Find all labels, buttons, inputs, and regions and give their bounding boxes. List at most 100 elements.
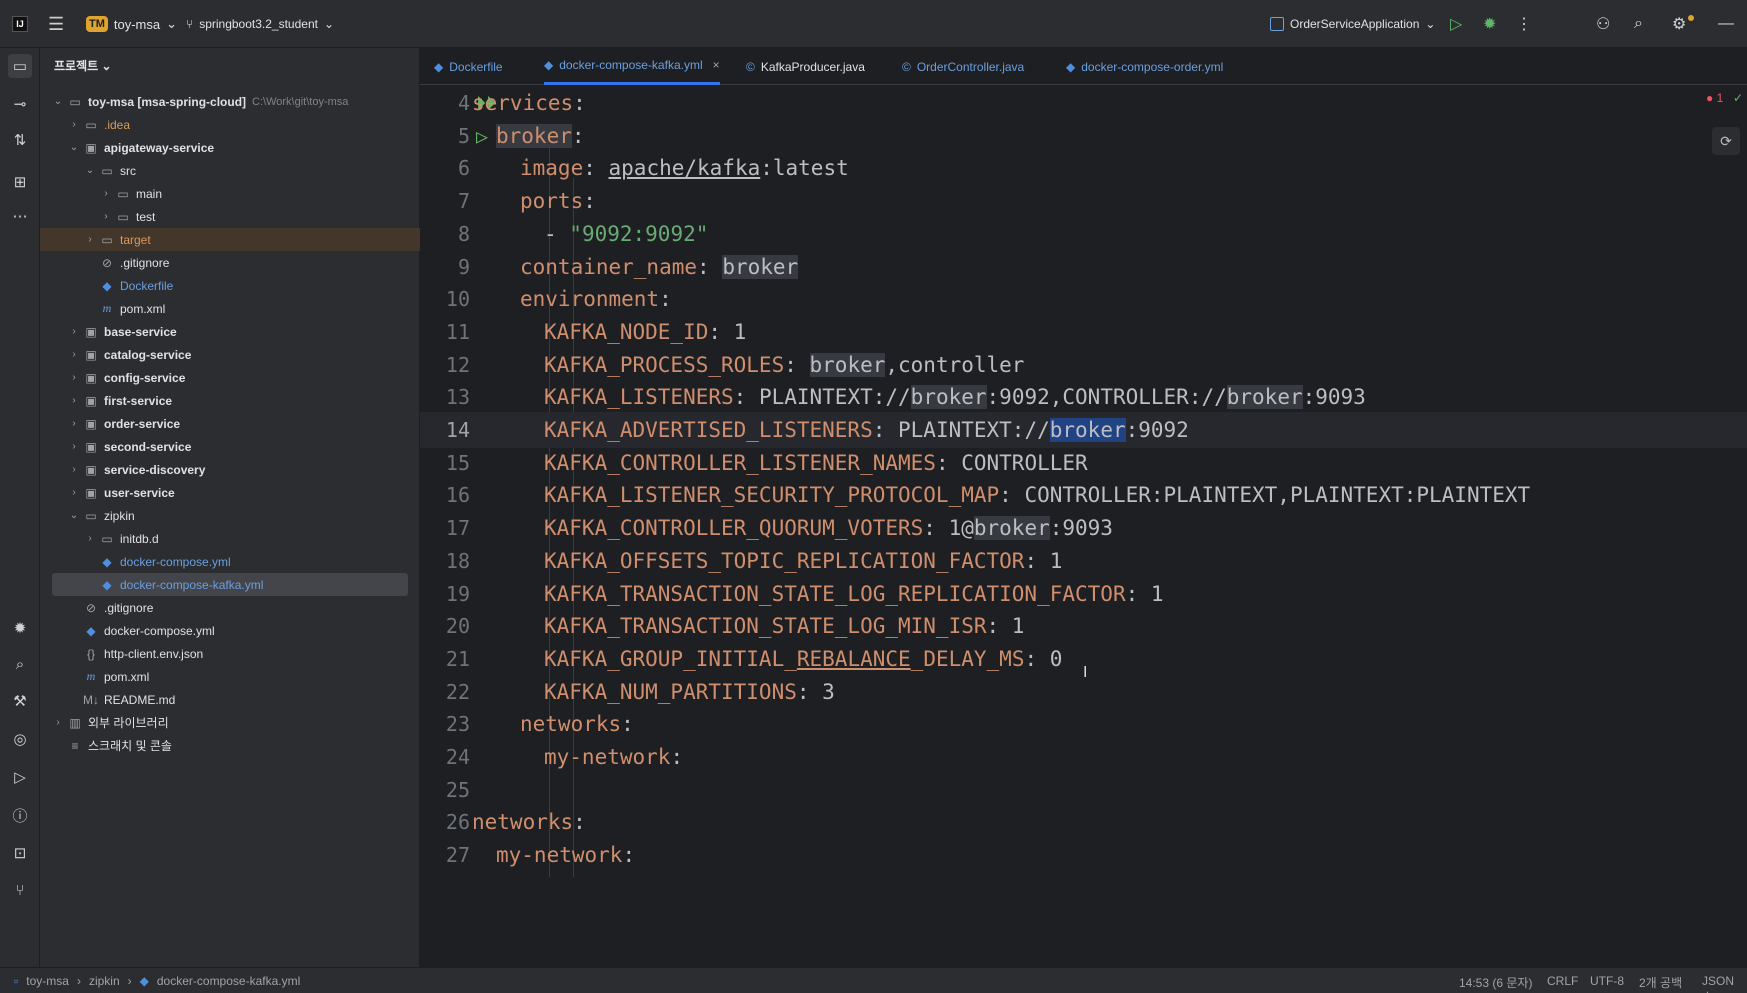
tab-order-controller[interactable]: © OrderController.java [902, 48, 1024, 85]
code-line[interactable]: 12 KAFKA_PROCESS_ROLES: broker,controller [420, 347, 1747, 383]
chevron-right-icon[interactable]: › [66, 441, 82, 452]
tab-docker-compose-kafka[interactable]: ◆ docker-compose-kafka.yml × [544, 48, 720, 85]
chevron-right-icon[interactable]: › [66, 326, 82, 337]
chevron-right-icon[interactable]: › [66, 395, 82, 406]
code-line[interactable]: 23 networks: [420, 706, 1747, 742]
chevron-right-icon[interactable]: › [98, 211, 114, 222]
tree-item[interactable]: › ▭ initdb.d [40, 527, 420, 550]
code-line[interactable]: 18 KAFKA_OFFSETS_TOPIC_REPLICATION_FACTOR… [420, 543, 1747, 579]
code-line[interactable]: 5 ▷ broker: [420, 118, 1747, 154]
close-icon[interactable]: × [713, 58, 720, 72]
run-icon[interactable]: ▷ [1450, 0, 1462, 48]
code-line[interactable]: 15 KAFKA_CONTROLLER_LISTENER_NAMES: CONTR… [420, 445, 1747, 481]
chevron-right-icon[interactable]: › [66, 372, 82, 383]
tree-item[interactable]: ≡ 스크래치 및 콘솔 [40, 734, 420, 757]
code-editor[interactable]: 4 ⏵⏵ services: 5 ▷ broker: 6 image: apache/kafk… [420, 85, 1747, 967]
code-line[interactable]: 4 ⏵⏵ services: [420, 85, 1747, 121]
code-line[interactable]: 7 ports: [420, 183, 1747, 219]
tab-dockerfile[interactable]: ◆ Dockerfile [434, 48, 503, 85]
code-line[interactable]: 8 - "9092:9092" [420, 216, 1747, 252]
chevron-down-icon[interactable]: ⌄ [50, 96, 66, 107]
run-config-selector[interactable]: OrderServiceApplication ⌄ [1270, 0, 1435, 48]
commit-icon[interactable]: ⊸ [8, 92, 32, 116]
chevron-down-icon[interactable]: ⌄ [66, 510, 82, 521]
panel-title[interactable]: 프로젝트 ⌄ [54, 57, 112, 74]
code-line[interactable]: 19 KAFKA_TRANSACTION_STATE_LOG_REPLICATIO… [420, 576, 1747, 612]
tree-item[interactable]: › ▣ catalog-service [40, 343, 420, 366]
indent-setting[interactable]: 2개 공백 [1639, 974, 1682, 991]
code-line[interactable]: 27 my-network: [420, 837, 1747, 873]
tree-item[interactable]: ⊘ .gitignore [40, 251, 420, 274]
code-line[interactable]: 20 KAFKA_TRANSACTION_STATE_LOG_MIN_ISR: 1 [420, 608, 1747, 644]
chevron-right-icon[interactable]: › [82, 234, 98, 245]
file-encoding[interactable]: UTF-8 [1590, 974, 1624, 988]
code-line[interactable]: 6 image: apache/kafka:latest [420, 150, 1747, 186]
breadcrumb-item[interactable]: docker-compose-kafka.yml [157, 974, 300, 988]
search-icon[interactable]: ⌕ [8, 652, 32, 676]
search-icon[interactable]: ⌕ [1634, 0, 1643, 48]
branch-switcher[interactable]: ⑂ springboot3.2_student ⌄ [186, 0, 334, 48]
tree-item[interactable]: › ▭ main [40, 182, 420, 205]
add-user-icon[interactable]: ⚇ [1596, 0, 1610, 48]
tree-item[interactable]: ⊘ .gitignore [40, 596, 420, 619]
tree-item[interactable]: › ▣ order-service [40, 412, 420, 435]
chevron-right-icon[interactable]: › [98, 188, 114, 199]
tree-item[interactable]: m pom.xml [40, 297, 420, 320]
code-line[interactable]: 9 container_name: broker [420, 249, 1747, 285]
more-icon[interactable]: ⋯ [8, 204, 32, 228]
terminal-icon[interactable]: ⊡ [8, 841, 32, 865]
tree-item[interactable]: › ▭ test [40, 205, 420, 228]
run-icon[interactable]: ▷ [8, 765, 32, 789]
gear-icon[interactable]: ⚙ [1672, 0, 1686, 48]
chevron-right-icon[interactable]: › [66, 418, 82, 429]
tree-item[interactable]: ◆ Dockerfile [40, 274, 420, 297]
tree-item[interactable]: ⌄ ▭ src [40, 159, 420, 182]
tab-docker-compose-order[interactable]: ◆ docker-compose-order.yml [1066, 48, 1223, 85]
tree-item[interactable]: › ▭ .idea [40, 113, 420, 136]
code-line[interactable]: 13 KAFKA_LISTENERS: PLAINTEXT://broker:90… [420, 379, 1747, 415]
tree-item[interactable]: ◆ docker-compose.yml [40, 619, 420, 642]
code-line[interactable]: 10 environment: [420, 281, 1747, 317]
tree-item[interactable]: m pom.xml [40, 665, 420, 688]
git-icon[interactable]: ⑂ [8, 878, 32, 902]
code-line[interactable]: 24 my-network: [420, 739, 1747, 775]
tree-item[interactable]: ◆ docker-compose.yml [40, 550, 420, 573]
run-gutter-icon[interactable]: ▷ [476, 124, 488, 148]
chevron-right-icon[interactable]: › [66, 464, 82, 475]
main-menu-icon[interactable]: ☰ [48, 0, 64, 48]
folder-icon[interactable]: ▭ [8, 54, 32, 78]
tree-item[interactable]: › ▣ first-service [40, 389, 420, 412]
chevron-right-icon[interactable]: › [66, 119, 82, 130]
json-schema[interactable]: JSON 스 [1702, 974, 1747, 993]
tree-item[interactable]: ⌄ ▭ zipkin [40, 504, 420, 527]
services-icon[interactable]: ◎ [8, 727, 32, 751]
chevron-right-icon[interactable]: › [66, 349, 82, 360]
chevron-right-icon[interactable]: › [50, 717, 66, 728]
tree-item[interactable]: › ▣ user-service [40, 481, 420, 504]
debug-icon[interactable]: ✹ [8, 616, 32, 640]
breadcrumb-item[interactable]: toy-msa [26, 974, 69, 988]
pull-request-icon[interactable]: ⇅ [8, 128, 32, 152]
code-line[interactable]: 14 KAFKA_ADVERTISED_LISTENERS: PLAINTEXT:… [420, 412, 1747, 448]
chevron-down-icon[interactable]: ⌄ [66, 142, 82, 153]
tree-item[interactable]: › ▥ 외부 라이브러리 [40, 711, 420, 734]
code-line[interactable]: 25 [420, 772, 1747, 808]
sync-icon[interactable]: ⟳ [1712, 127, 1740, 155]
chevron-right-icon[interactable]: › [82, 533, 98, 544]
app-logo[interactable]: IJ [10, 0, 30, 48]
code-line[interactable]: 16 KAFKA_LISTENER_SECURITY_PROTOCOL_MAP: … [420, 477, 1747, 513]
chevron-down-icon[interactable]: ⌄ [82, 165, 98, 176]
code-line[interactable]: 26 networks: [420, 804, 1747, 840]
minimize-icon[interactable]: — [1718, 0, 1734, 48]
debug-icon[interactable]: ✹ [1483, 0, 1496, 48]
tree-item[interactable]: › ▣ config-service [40, 366, 420, 389]
structure-icon[interactable]: ⊞ [8, 170, 32, 194]
caret-position[interactable]: 14:53 (6 문자) [1459, 974, 1532, 991]
tree-item[interactable]: › ▣ service-discovery [40, 458, 420, 481]
breadcrumb-item[interactable]: zipkin [89, 974, 120, 988]
project-switcher[interactable]: TM toy-msa ⌄ [86, 0, 177, 48]
more-icon[interactable]: ⋮ [1516, 0, 1532, 48]
code-line[interactable]: 17 KAFKA_CONTROLLER_QUORUM_VOTERS: 1@brok… [420, 510, 1747, 546]
tree-item[interactable]: ⌄ ▣ apigateway-service [40, 136, 420, 159]
chevron-right-icon[interactable]: › [66, 487, 82, 498]
